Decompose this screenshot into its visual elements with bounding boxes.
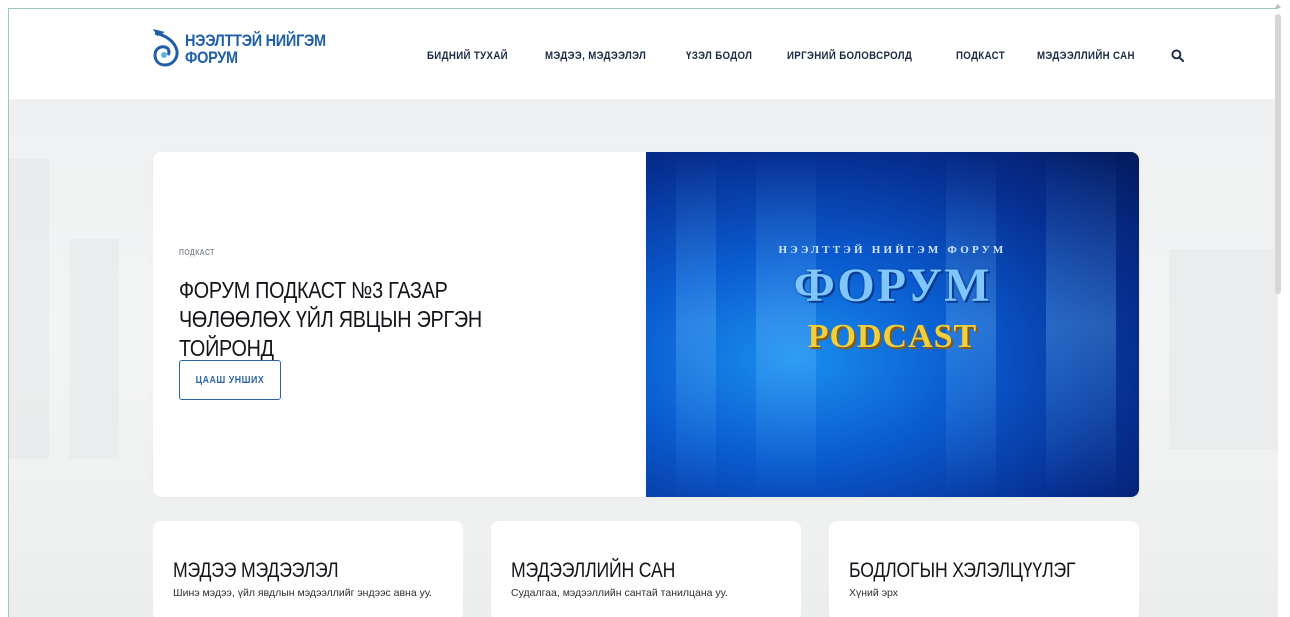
site-logo[interactable]: НЭЭЛТТЭЙ НИЙГЭМ ФОРУМ <box>151 27 351 71</box>
read-more-button[interactable]: ЦААШ УНШИХ <box>179 360 281 400</box>
nav-item-database[interactable]: МЭДЭЭЛЛИЙН САН <box>1037 50 1135 62</box>
card-text: Шинэ мэдээ, үйл явдлын мэдээллийг эндээс… <box>173 587 432 599</box>
post-category[interactable]: ПОДКАСТ <box>179 248 215 257</box>
nav-item-podcast[interactable]: ПОДКАСТ <box>956 50 1005 62</box>
logo-text: НЭЭЛТТЭЙ НИЙГЭМ ФОРУМ <box>185 32 326 66</box>
logo-swirl-icon <box>153 29 179 67</box>
card-news[interactable]: МЭДЭЭ МЭДЭЭЛЭЛ Шинэ мэдээ, үйл явдлын мэ… <box>153 521 463 617</box>
nav-item-opinion[interactable]: ҮЗЭЛ БОДОЛ <box>686 50 752 62</box>
logo-line-2: ФОРУМ <box>185 48 238 67</box>
cover-subtitle: НЭЭЛТТЭЙ НИЙГЭМ ФОРУМ <box>778 244 1007 256</box>
featured-post-content: ПОДКАСТ ФОРУМ ПОДКАСТ №3 ГАЗАР ЧӨЛӨӨЛӨХ … <box>153 152 646 497</box>
site-header: НЭЭЛТТЭЙ НИЙГЭМ ФОРУМ БИДНИЙ ТУХАЙ МЭДЭЭ… <box>9 9 1278 99</box>
read-more-label: ЦААШ УНШИХ <box>195 374 265 386</box>
card-policy[interactable]: БОДЛОГЫН ХЭЛЭЛЦҮҮЛЭГ Хүний эрх <box>829 521 1139 617</box>
card-title: МЭДЭЭ МЭДЭЭЛЭЛ <box>173 559 339 582</box>
browser-viewport: НЭЭЛТТЭЙ НИЙГЭМ ФОРУМ БИДНИЙ ТУХАЙ МЭДЭЭ… <box>8 8 1278 617</box>
nav-item-news[interactable]: МЭДЭЭ, МЭДЭЭЛЭЛ <box>545 50 646 62</box>
main-nav: БИДНИЙ ТУХАЙ МЭДЭЭ, МЭДЭЭЛЭЛ ҮЗЭЛ БОДОЛ … <box>427 49 1184 62</box>
card-title: БОДЛОГЫН ХЭЛЭЛЦҮҮЛЭГ <box>849 559 1076 582</box>
nav-item-civic-education[interactable]: ИРГЭНИЙ БОЛОВСРОЛД <box>787 50 912 62</box>
cover-forum-wordmark: ФОРУМ <box>793 259 992 312</box>
card-database[interactable]: МЭДЭЭЛЛИЙН САН Судалгаа, мэдээллийн сант… <box>491 521 801 617</box>
scroll-up-arrow-icon[interactable] <box>1275 0 1281 12</box>
card-text: Судалгаа, мэдээллийн сантай танилцана уу… <box>511 587 728 599</box>
post-title[interactable]: ФОРУМ ПОДКАСТ №3 ГАЗАР ЧӨЛӨӨЛӨХ ҮЙЛ ЯВЦЫ… <box>179 276 549 363</box>
podcast-cover-image[interactable]: НЭЭЛТТЭЙ НИЙГЭМ ФОРУМ ФОРУМ PODCAST <box>646 152 1139 497</box>
featured-post: ПОДКАСТ ФОРУМ ПОДКАСТ №3 ГАЗАР ЧӨЛӨӨЛӨХ … <box>153 152 1139 497</box>
scrollbar-thumb[interactable] <box>1275 14 1281 294</box>
card-text: Хүний эрх <box>849 587 899 599</box>
search-icon[interactable] <box>1171 49 1184 62</box>
cover-podcast-wordmark: PODCAST <box>807 318 978 355</box>
logo-line-1: НЭЭЛТТЭЙ НИЙГЭМ <box>185 31 326 50</box>
nav-item-about[interactable]: БИДНИЙ ТУХАЙ <box>427 50 508 62</box>
card-title: МЭДЭЭЛЛИЙН САН <box>511 559 676 582</box>
